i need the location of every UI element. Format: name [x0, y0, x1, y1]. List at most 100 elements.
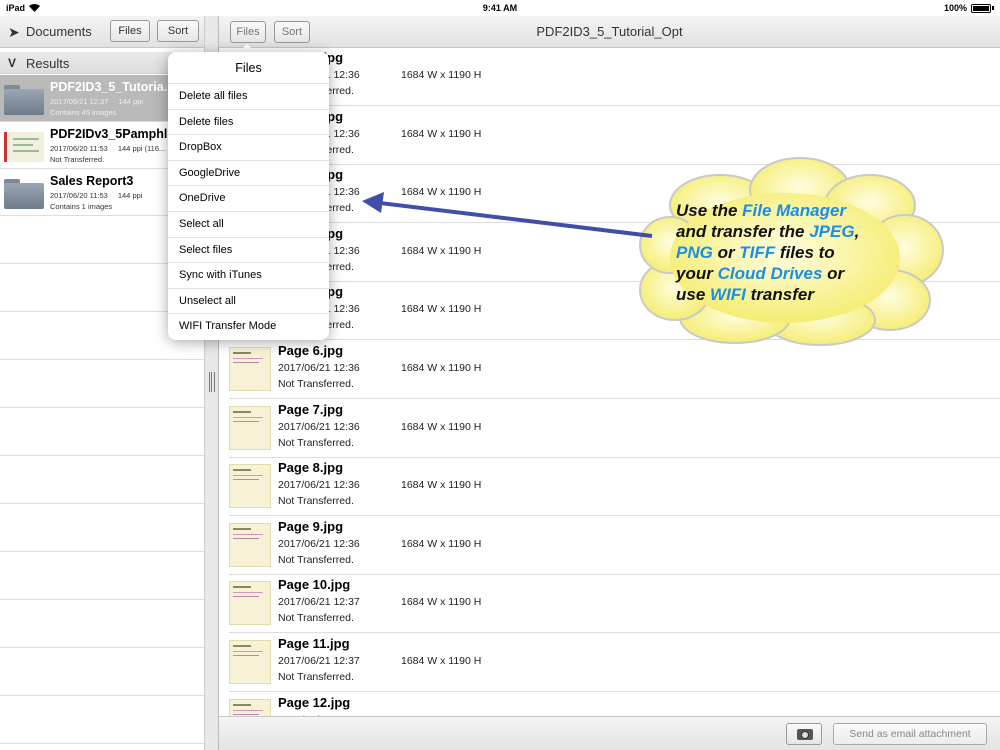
callout-highlight: JPEG: [809, 222, 855, 241]
popover-title: Files: [168, 52, 329, 84]
document-name: Sales Report3: [50, 174, 134, 188]
file-name: Page 8.jpg: [278, 460, 344, 476]
menu-item-select-all[interactable]: Select all: [168, 212, 329, 238]
file-row[interactable]: Page 10.jpg 2017/06/21 12:37 1684 W x 1190…: [229, 574, 1000, 634]
file-row[interactable]: Page 7.jpg 2017/06/21 12:36 1684 W x 1190 …: [229, 399, 1000, 458]
expand-chevron-icon[interactable]: ➤: [8, 24, 20, 41]
results-title: Results: [26, 56, 70, 71]
battery-icon: [971, 3, 991, 13]
menu-item-sync-itunes[interactable]: Sync with iTunes: [168, 263, 329, 289]
status-time: 9:41 AM: [482, 3, 518, 13]
callout-highlight: Cloud Drives: [717, 264, 823, 283]
file-dimensions: 1684 W x 1190 H: [401, 420, 482, 433]
pamphlet-thumbnail: [4, 132, 44, 162]
callout-text: Use the File Manager and transfer the JP…: [676, 201, 860, 304]
collapse-chevron-icon: V: [8, 56, 17, 70]
file-row[interactable]: Page 8.jpg 2017/06/21 12:36 1684 W x 1190 …: [229, 457, 1000, 517]
page-thumbnail: [229, 464, 271, 509]
files-popover-menu: Files Delete all files Delete files Drop…: [168, 52, 329, 340]
documents-toolbar: ➤ Documents Files Sort: [0, 16, 204, 48]
sort-button[interactable]: Sort: [157, 20, 199, 42]
file-status: Not Transferred.: [278, 436, 354, 449]
document-ppi: 144 ppi: [118, 97, 143, 106]
file-status: Not Transferred.: [278, 612, 354, 625]
document-date: 2017/06/20 11:53: [50, 144, 108, 153]
drag-handle-icon[interactable]: [209, 372, 215, 392]
menu-item-wifi-transfer[interactable]: WIFI Transfer Mode: [168, 314, 329, 340]
battery-percent: 100%: [943, 3, 967, 13]
file-dimensions: 1684 W x 1190 H: [401, 596, 482, 609]
empty-row: [0, 600, 204, 648]
callout-text-fragment: use: [676, 285, 711, 304]
file-row[interactable]: Page 1.jpg2017/06/21 12:361684 W x 1190 …: [229, 47, 1000, 106]
callout-text-fragment: or: [822, 264, 845, 283]
menu-item-unselect-all[interactable]: Unselect all: [168, 289, 329, 315]
callout-highlight: File Manager: [742, 201, 847, 220]
empty-row: [0, 360, 204, 408]
menu-item-googledrive[interactable]: GoogleDrive: [168, 161, 329, 187]
document-ppi: 144 ppi (116...: [117, 144, 166, 153]
bottom-toolbar: Send as email attachment: [219, 716, 1000, 750]
file-name: Page 7.jpg: [278, 401, 344, 417]
page-thumbnail: [229, 347, 271, 391]
file-date: 2017/06/21 12:36: [278, 362, 360, 374]
file-row[interactable]: Page 11.jpg 2017/06/21 12:37 1684 W x 1190…: [229, 633, 1000, 692]
file-dimensions: 1684 W x 1190 H: [401, 127, 482, 140]
empty-row: [0, 504, 204, 552]
file-dimensions: 1684 W x 1190 H: [401, 479, 482, 492]
folder-icon: [4, 85, 44, 115]
files-toolbar: Files Sort PDF2ID3_5_Tutorial_Opt: [219, 16, 1000, 48]
document-date: 2017/06/20 11:53: [50, 191, 108, 200]
callout-highlight: TIFF: [739, 243, 776, 262]
file-status: Not Transferred.: [278, 671, 354, 683]
camera-button[interactable]: [786, 723, 822, 745]
empty-row: [0, 456, 204, 504]
file-name: Page 11.jpg: [278, 636, 350, 651]
folder-title: PDF2ID3_5_Tutorial_Opt: [536, 24, 683, 39]
menu-item-dropbox[interactable]: DropBox: [168, 135, 329, 161]
file-dimensions: 1684 W x 1190 H: [401, 362, 482, 374]
page-thumbnail: [229, 405, 271, 450]
empty-row: [0, 648, 204, 696]
file-date: 2017/06/21 12:37: [278, 655, 360, 667]
callout-text-fragment: or: [712, 243, 740, 262]
camera-icon: [797, 729, 813, 740]
file-name: Page 12.jpg: [278, 694, 351, 710]
file-name: Page 10.jpg: [278, 577, 351, 593]
file-name: Page 6.jpg: [278, 343, 344, 358]
callout-text-fragment: your: [676, 264, 718, 283]
menu-item-delete-files[interactable]: Delete files: [168, 110, 329, 136]
empty-row: [0, 408, 204, 456]
menu-item-onedrive[interactable]: OneDrive: [168, 186, 329, 212]
files-panel: Files Sort PDF2ID3_5_Tutorial_Opt Page 1…: [219, 16, 1000, 750]
callout-text-fragment: Use the: [676, 201, 743, 220]
page-thumbnail: [229, 522, 271, 567]
callout-text-fragment: transfer: [745, 285, 814, 304]
send-email-button[interactable]: Send as email attachment: [833, 723, 987, 745]
status-bar: iPad 9:41 AM 100%: [0, 0, 1000, 16]
file-dimensions: 1684 W x 1190 H: [401, 186, 482, 199]
file-row[interactable]: Page 2.jpg2017/06/21 12:361684 W x 1190 …: [229, 106, 1000, 165]
file-row[interactable]: Page 9.jpg 2017/06/21 12:36 1684 W x 1190 …: [229, 516, 1000, 575]
document-ppi: 144 ppi: [117, 191, 143, 200]
document-subtitle: Not Transferred.: [50, 155, 105, 164]
documents-title: Documents: [26, 24, 92, 39]
folder-icon: [4, 179, 44, 209]
menu-item-select-files[interactable]: Select files: [168, 238, 329, 264]
file-dimensions: 1684 W x 1190 H: [401, 655, 482, 667]
document-subtitle: Contains 1 images: [50, 202, 113, 211]
file-row[interactable]: Page 6.jpg 2017/06/21 12:36 1684 W x 1190 …: [229, 340, 1000, 399]
callout-text-fragment: files to: [775, 243, 835, 262]
callout-highlight: PNG: [676, 243, 713, 262]
file-date: 2017/06/21 12:36: [278, 420, 360, 433]
page-thumbnail: [229, 640, 271, 684]
empty-row: [0, 552, 204, 600]
file-date: 2017/06/21 12:37: [278, 596, 360, 609]
menu-item-delete-all-files[interactable]: Delete all files: [168, 84, 329, 110]
file-status: Not Transferred.: [278, 495, 354, 508]
file-date: 2017/06/21 12:36: [278, 537, 360, 550]
file-status: Not Transferred.: [278, 378, 354, 390]
document-subtitle: Contains 45 images: [50, 108, 117, 117]
document-name: PDF2ID3_5_Tutoria...: [50, 80, 175, 94]
files-button[interactable]: Files: [110, 20, 150, 42]
